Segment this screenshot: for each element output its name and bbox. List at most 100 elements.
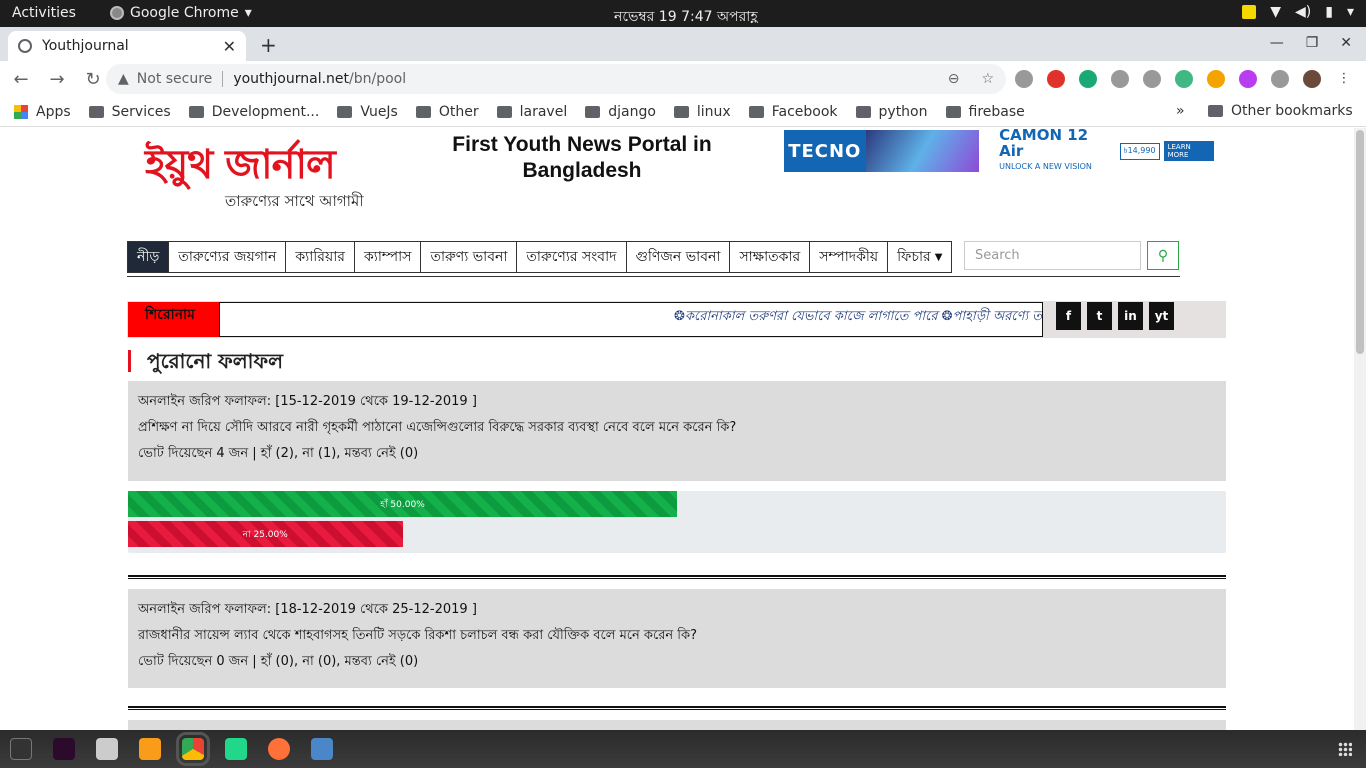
nav-item-home[interactable]: নীড় [127,241,169,273]
search-button[interactable]: ⚲ [1147,241,1179,270]
globe-icon [18,39,32,53]
puzzle-extensions-icon[interactable] [1271,70,1289,88]
reload-button[interactable]: ↻ [78,69,108,90]
folder-icon [496,105,512,118]
nav-item-editorial[interactable]: সম্পাদকীয় [809,241,888,273]
kebab-menu-icon[interactable]: ⋮ [1335,70,1353,88]
twitter-icon[interactable]: t [1087,302,1112,330]
files-icon[interactable] [96,738,118,760]
power-menu-chevron-icon[interactable]: ▾ [1347,4,1354,20]
ticker-text[interactable]: ❂করোনাকাল তরুণরা যেভাবে কাজে লাগাতে পারে… [219,302,1043,337]
activities-button[interactable]: Activities [12,5,76,21]
ad-brand: TECNO [784,130,866,172]
separator [222,71,224,87]
caret-down-icon: ▼ [934,251,943,263]
url-text[interactable]: youthjournal.net/bn/pool [233,71,406,87]
pen-extension-icon[interactable] [1239,70,1257,88]
facebook-icon[interactable]: f [1056,302,1081,330]
poll-bar-track: হাঁ 50.00% [128,491,1226,523]
bookmark-label: linux [696,103,731,120]
code-extension-icon[interactable] [1143,70,1161,88]
poll-bar-track: না 25.00% [128,521,1226,553]
text-editor-icon[interactable] [311,738,333,760]
bookmark-apps[interactable]: Apps [14,104,71,120]
move-extension-icon[interactable] [1111,70,1129,88]
chrome-dock-icon[interactable] [176,732,210,766]
site-logo[interactable]: ইয়ুথ জার্নাল তারুণ্যের সাথে আগামী [145,142,365,214]
pycharm-icon[interactable] [225,738,247,760]
notes-icon[interactable] [1242,5,1257,19]
nav-item-expert-thoughts[interactable]: গুণিজন ভাবনা [625,241,730,273]
warning-icon[interactable]: ▲ [118,71,129,87]
profile-avatar[interactable] [1303,70,1321,88]
adblock-extension-icon[interactable] [1047,70,1065,88]
folder-icon [1208,105,1223,117]
bookmark-label: django [608,103,656,120]
url-path: /bn/pool [349,71,407,87]
restore-button[interactable]: ❐ [1306,35,1319,51]
terminal-icon[interactable] [10,738,32,760]
extensions: ⋮ [1015,70,1353,88]
nav-item-youth-thoughts[interactable]: তারুণ্য ভাবনা [420,241,517,273]
firefox-icon[interactable] [268,738,290,760]
bookmark-label: firebase [968,103,1025,120]
vue-devtools-icon[interactable] [1175,70,1193,88]
back-button[interactable]: ← [6,69,36,90]
show-apps-icon[interactable] [1338,742,1352,756]
folder-icon [855,105,871,118]
security-label[interactable]: Not secure [137,71,213,87]
nav-item-career[interactable]: ক্যারিয়ার [285,241,354,273]
close-window-button[interactable]: ✕ [1340,35,1352,51]
address-bar[interactable]: ▲ Not secure youthjournal.net/bn/pool ⊖ … [106,64,1006,94]
camera-extension-icon[interactable] [1015,70,1033,88]
bookmark-other[interactable]: Other [415,103,479,120]
forward-button[interactable]: → [42,69,72,90]
clock[interactable]: নভেম্বর 19 7:47 অপরাহ্ণ [614,5,758,29]
nav-item-interview[interactable]: সাক্ষাতকার [729,241,810,273]
taskbar-dock [0,730,1366,768]
bookmark-services[interactable]: Services [88,104,171,120]
app-menu[interactable]: Google Chrome ▾ [110,5,252,21]
folder-icon [748,105,764,118]
main-nav: নীড় তারুণ্যের জয়গান ক্যারিয়ার ক্যাম্প… [127,241,1180,277]
bookmark-facebook[interactable]: Facebook [748,104,838,120]
search-input[interactable]: Search [964,241,1141,270]
nav-item-feature[interactable]: ফিচার ▼ [887,241,953,273]
bookmarks-overflow-button[interactable]: » [1176,103,1185,119]
linkedin-icon[interactable]: in [1118,302,1143,330]
system-tray[interactable]: ▼ ◀) ▮ ▾ [1242,4,1354,20]
bookmark-development[interactable]: Development... [188,103,320,120]
mail-extension-icon[interactable] [1079,70,1097,88]
tab-youthjournal[interactable]: Youthjournal ✕ [8,31,246,61]
bookmark-django[interactable]: django [585,104,656,120]
bookmark-python[interactable]: python [855,104,928,120]
ad-banner[interactable]: TECNO CAMON 12 Air UNLOCK A NEW VISION ৳1… [784,128,1214,172]
bookmark-star-icon[interactable]: ☆ [981,71,994,87]
ad-learn-more[interactable]: LEARN MORE [1163,141,1214,161]
sublime-text-icon[interactable] [139,738,161,760]
nav-item-youth-praise[interactable]: তারুণ্যের জয়গান [168,241,286,273]
bookmark-label: Apps [36,103,71,120]
scrollbar-thumb[interactable] [1356,130,1364,354]
battery-icon: ▮ [1325,4,1333,20]
bookmark-firebase[interactable]: firebase [945,103,1025,120]
youtube-icon[interactable]: yt [1149,302,1174,330]
new-tab-button[interactable]: + [260,33,277,57]
nav-item-campus[interactable]: ক্যাম্পাস [353,241,421,273]
system-top-bar: Activities Google Chrome ▾ নভেম্বর 19 7:… [0,0,1366,27]
color-picker-icon[interactable] [1207,70,1225,88]
other-bookmarks[interactable]: Other bookmarks [1208,103,1353,119]
bookmark-label: laravel [519,103,568,120]
terminal-alt-icon[interactable] [53,738,75,760]
minimize-button[interactable]: — [1270,35,1284,51]
bookmark-vuejs[interactable]: VueJs [337,104,398,120]
zoom-icon[interactable]: ⊖ [948,71,960,87]
bookmark-linux[interactable]: linux [673,103,731,120]
logo-subtitle: তারুণ্যের সাথে আগামী [225,192,364,210]
close-tab-icon[interactable]: ✕ [223,37,236,56]
page-scrollbar[interactable] [1354,128,1366,730]
nav-item-youth-news[interactable]: তারুণ্যের সংবাদ [516,241,626,273]
bookmark-label: Development... [211,103,320,120]
bookmark-laravel[interactable]: laravel [496,103,568,120]
bookmark-label: Other [438,103,479,120]
